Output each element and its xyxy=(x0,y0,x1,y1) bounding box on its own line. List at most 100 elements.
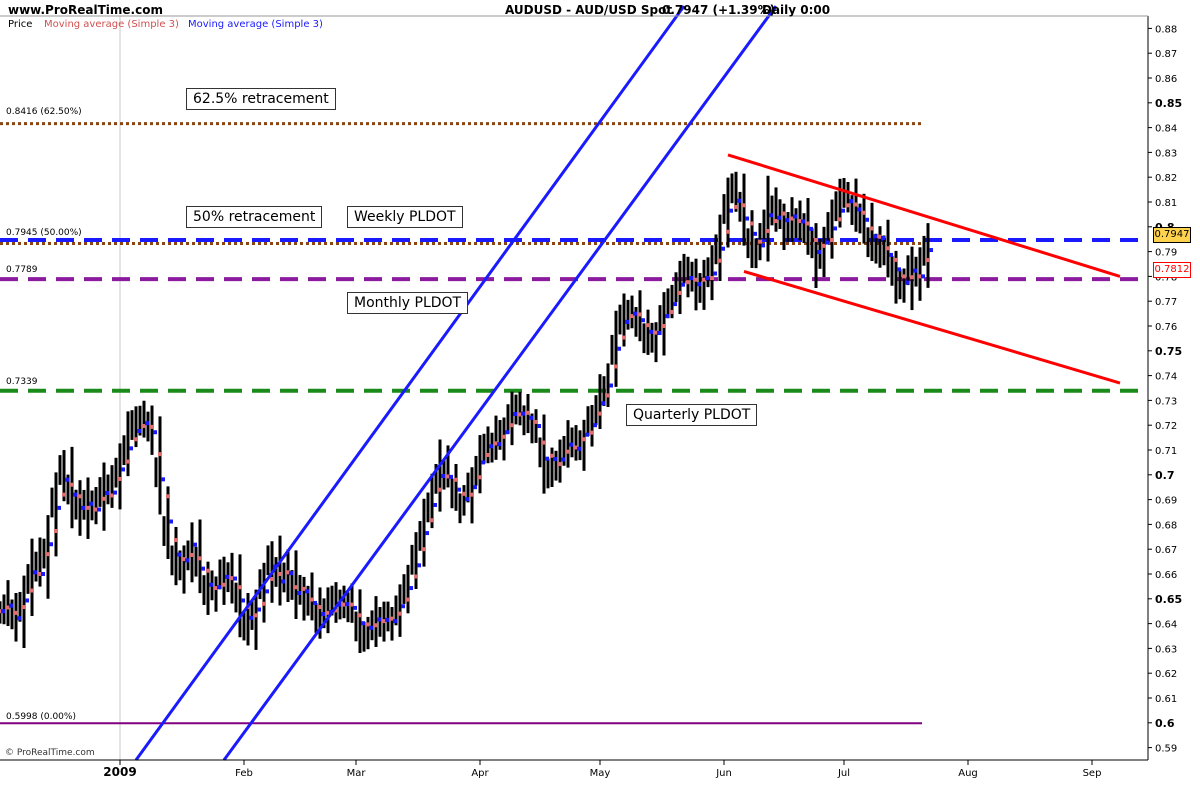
ma-pink-dot xyxy=(910,275,914,280)
y-tick-label: 0.63 xyxy=(1155,644,1177,655)
ma-blue-dot xyxy=(489,444,493,449)
ma-pink-dot xyxy=(742,203,746,208)
ma-blue-dot xyxy=(905,280,909,285)
ma-pink-dot xyxy=(542,440,546,445)
annotation-monthly-pldot: Monthly PLDOT xyxy=(347,292,469,314)
ma-pink-dot xyxy=(14,610,18,615)
ma-pink-dot xyxy=(270,576,274,581)
ma-pink-dot xyxy=(902,274,906,279)
ma-pink-dot xyxy=(254,613,258,618)
ma-pink-dot xyxy=(614,364,618,369)
ma-pink-dot xyxy=(414,574,418,579)
ma-blue-dot xyxy=(897,267,901,272)
ma-blue-dot xyxy=(665,314,669,319)
ma-blue-dot xyxy=(281,579,285,584)
site-name[interactable]: www.ProRealTime.com xyxy=(8,3,163,17)
ma-blue-dot xyxy=(49,542,53,547)
ma-blue-dot xyxy=(65,477,69,482)
ma-pink-dot xyxy=(558,462,562,467)
y-tick-label: 0.76 xyxy=(1155,322,1177,333)
ma-blue-dot xyxy=(769,213,773,218)
annotation-fib-625: 62.5% retracement xyxy=(186,88,336,110)
ma-blue-dot xyxy=(121,467,125,472)
ma-pink-dot xyxy=(70,482,74,487)
ma-pink-dot xyxy=(886,246,890,251)
ma-pink-dot xyxy=(374,623,378,628)
ma-blue-dot xyxy=(537,424,541,429)
ma-pink-dot xyxy=(870,226,874,231)
ma-blue-dot xyxy=(737,198,741,203)
ma-blue-dot xyxy=(433,502,437,507)
ma-pink-dot xyxy=(486,452,490,457)
ma-blue-dot xyxy=(617,346,621,351)
legend-ma-pink: Moving average (Simple 3) xyxy=(44,19,179,30)
ma-blue-dot xyxy=(601,401,605,406)
ma-pink-dot xyxy=(750,221,754,226)
ma-blue-dot xyxy=(809,226,813,231)
x-tick-label: 2009 xyxy=(103,765,136,779)
ma-blue-dot xyxy=(177,552,181,557)
ma-pink-dot xyxy=(718,258,722,263)
ma-blue-dot xyxy=(849,199,853,204)
ma-blue-dot xyxy=(929,248,933,253)
ma-blue-dot xyxy=(561,457,565,462)
ma-pink-dot xyxy=(174,538,178,543)
ma-pink-dot xyxy=(862,210,866,215)
ma-blue-dot xyxy=(777,215,781,220)
ma-blue-dot xyxy=(873,234,877,239)
y-tick-label: 0.84 xyxy=(1155,124,1177,135)
y-tick-label: 0.86 xyxy=(1155,74,1177,85)
ma-blue-dot xyxy=(585,432,589,437)
ma-blue-dot xyxy=(41,572,45,576)
label-8416: 0.8416 (62.50%) xyxy=(6,107,82,117)
ma-blue-dot xyxy=(17,616,21,621)
ma-blue-dot xyxy=(409,586,413,591)
ma-blue-dot xyxy=(297,591,301,596)
ma-pink-dot xyxy=(222,582,226,587)
x-tick-label: Jul xyxy=(837,768,850,779)
ma-blue-dot xyxy=(785,218,789,223)
ma-blue-dot xyxy=(761,243,765,248)
ma-pink-dot xyxy=(294,585,298,590)
ma-blue-dot xyxy=(865,217,869,222)
ma-pink-dot xyxy=(398,611,402,616)
y-tick-label: 0.83 xyxy=(1155,148,1177,159)
ma-pink-dot xyxy=(150,424,154,429)
ma-pink-dot xyxy=(638,312,642,317)
ma-blue-dot xyxy=(113,490,117,495)
ma-blue-dot xyxy=(473,485,477,490)
annotation-weekly-pldot: Weekly PLDOT xyxy=(347,206,463,228)
ma-blue-dot xyxy=(481,460,485,465)
y-tick-label: 0.85 xyxy=(1155,97,1182,110)
y-tick-label: 0.88 xyxy=(1155,24,1177,35)
ma-pink-dot xyxy=(54,529,58,534)
ma-pink-dot xyxy=(726,229,730,234)
ma-pink-dot xyxy=(670,309,674,314)
ma-blue-dot xyxy=(313,600,317,605)
ma-pink-dot xyxy=(30,588,34,593)
ma-pink-dot xyxy=(78,494,82,499)
x-tick-label: Mar xyxy=(347,768,367,779)
y-tick-label: 0.81 xyxy=(1155,198,1177,209)
ma-blue-dot xyxy=(673,302,677,307)
ma-pink-dot xyxy=(238,585,242,590)
ma-blue-dot xyxy=(393,619,397,624)
ma-blue-dot xyxy=(697,282,701,287)
ma-blue-dot xyxy=(921,274,925,279)
ma-blue-dot xyxy=(545,456,549,461)
ma-blue-dot xyxy=(361,621,365,626)
ma-blue-dot xyxy=(185,558,189,563)
ma-blue-dot xyxy=(497,442,501,447)
annotation-quarterly-pldot: Quarterly PLDOT xyxy=(626,404,758,426)
ma-blue-dot xyxy=(825,240,829,245)
label-5998: 0.5998 (0.00%) xyxy=(6,712,76,722)
ma-pink-dot xyxy=(470,492,474,497)
ma-pink-dot xyxy=(686,280,690,285)
ma-pink-dot xyxy=(854,202,858,207)
ma-blue-dot xyxy=(289,571,293,576)
ma-pink-dot xyxy=(758,239,762,244)
ma-blue-dot xyxy=(345,602,349,607)
y-tick-label: 0.65 xyxy=(1155,593,1182,606)
y-tick-label: 0.6 xyxy=(1155,717,1175,730)
ma-blue-dot xyxy=(793,214,797,219)
